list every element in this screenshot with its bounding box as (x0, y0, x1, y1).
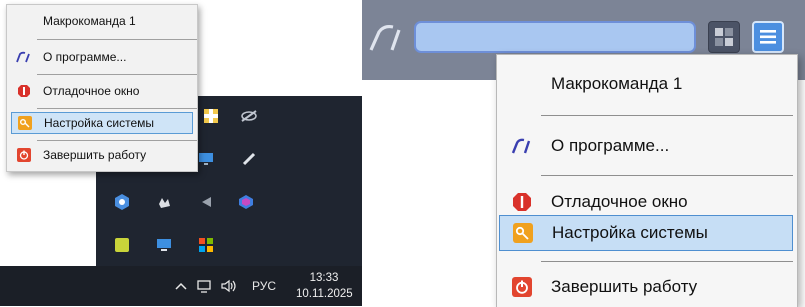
menu-item-label: Настройка системы (552, 223, 708, 242)
app-logo-icon (368, 20, 406, 54)
tray-notes-icon[interactable] (111, 234, 133, 256)
menu-separator (541, 175, 793, 176)
menu-separator (37, 39, 197, 40)
app-logo-icon (499, 128, 545, 164)
menu-item-system-settings[interactable]: Настройка системы (499, 215, 793, 251)
menu-item-label: Завершить работу (43, 148, 147, 162)
hamburger-menu-icon (760, 30, 776, 44)
tray-pen-icon[interactable] (238, 148, 260, 170)
menu-separator (541, 261, 793, 262)
menu-item-label: Настройка системы (44, 116, 155, 130)
clock-time: 13:33 (309, 272, 339, 284)
menu-separator (37, 74, 197, 75)
debug-stop-icon (11, 80, 37, 102)
app-logo-icon (11, 46, 37, 68)
menu-separator (37, 140, 197, 141)
key-settings-icon (12, 112, 38, 134)
language-indicator[interactable]: РУС (244, 266, 284, 306)
tray-monitor-icon[interactable] (195, 148, 217, 170)
tray-eye-icon[interactable] (238, 105, 260, 127)
menu-item-shutdown[interactable]: Завершить работу (11, 144, 193, 166)
menu-item-label: О программе... (551, 136, 670, 155)
menu-item-label: Отладочное окно (43, 84, 140, 98)
right-panel-app-view: Макрокоманда 1 О программе... Отладочное… (362, 0, 805, 307)
tray-app-icon[interactable] (200, 105, 222, 127)
clock-date: 10.11.2025 (296, 288, 353, 300)
main-menu-button[interactable] (752, 21, 784, 53)
taskbar-clock[interactable]: 13:33 10.11.2025 (296, 270, 353, 302)
network-icon[interactable] (194, 266, 214, 306)
menu-item-about[interactable]: О программе... (11, 46, 193, 68)
menu-item-label: Макрокоманда 1 (551, 74, 683, 93)
context-menu-small: Макрокоманда 1 О программе... Отладочное… (6, 4, 198, 172)
search-input[interactable] (414, 21, 696, 53)
tray-windows-icon[interactable] (195, 234, 217, 256)
taskbar: РУС 13:33 10.11.2025 (0, 266, 362, 306)
menu-item-macro[interactable]: Макрокоманда 1 (499, 66, 793, 102)
tray-back-icon[interactable] (195, 191, 217, 213)
tray-hand-icon[interactable] (153, 191, 175, 213)
key-settings-icon (500, 215, 546, 251)
grid-icon (715, 28, 733, 46)
tray-security-icon[interactable] (111, 191, 133, 213)
menu-item-debug-window[interactable]: Отладочное окно (11, 80, 193, 102)
menu-item-macro[interactable]: Макрокоманда 1 (11, 10, 193, 32)
menu-separator (541, 115, 793, 116)
power-off-icon (11, 144, 37, 166)
menu-separator (37, 108, 197, 109)
menu-item-label: Завершить работу (551, 277, 698, 296)
power-off-icon (499, 269, 545, 305)
dropdown-menu: Макрокоманда 1 О программе... Отладочное… (496, 54, 798, 307)
menu-item-label: О программе... (43, 50, 127, 64)
menu-item-label: Отладочное окно (551, 192, 688, 211)
menu-item-about[interactable]: О программе... (499, 128, 793, 164)
tray-hex-icon[interactable] (235, 191, 257, 213)
menu-item-label: Макрокоманда 1 (43, 14, 136, 28)
tray-display-icon[interactable] (153, 234, 175, 256)
volume-icon[interactable] (218, 266, 240, 306)
layout-grid-button[interactable] (708, 21, 740, 53)
menu-item-shutdown[interactable]: Завершить работу (499, 269, 793, 305)
chevron-up-icon[interactable] (172, 266, 190, 306)
menu-item-system-settings[interactable]: Настройка системы (11, 112, 193, 134)
left-panel-tray-view: РУС 13:33 10.11.2025 Макрокоманда 1 О пр… (0, 0, 362, 306)
